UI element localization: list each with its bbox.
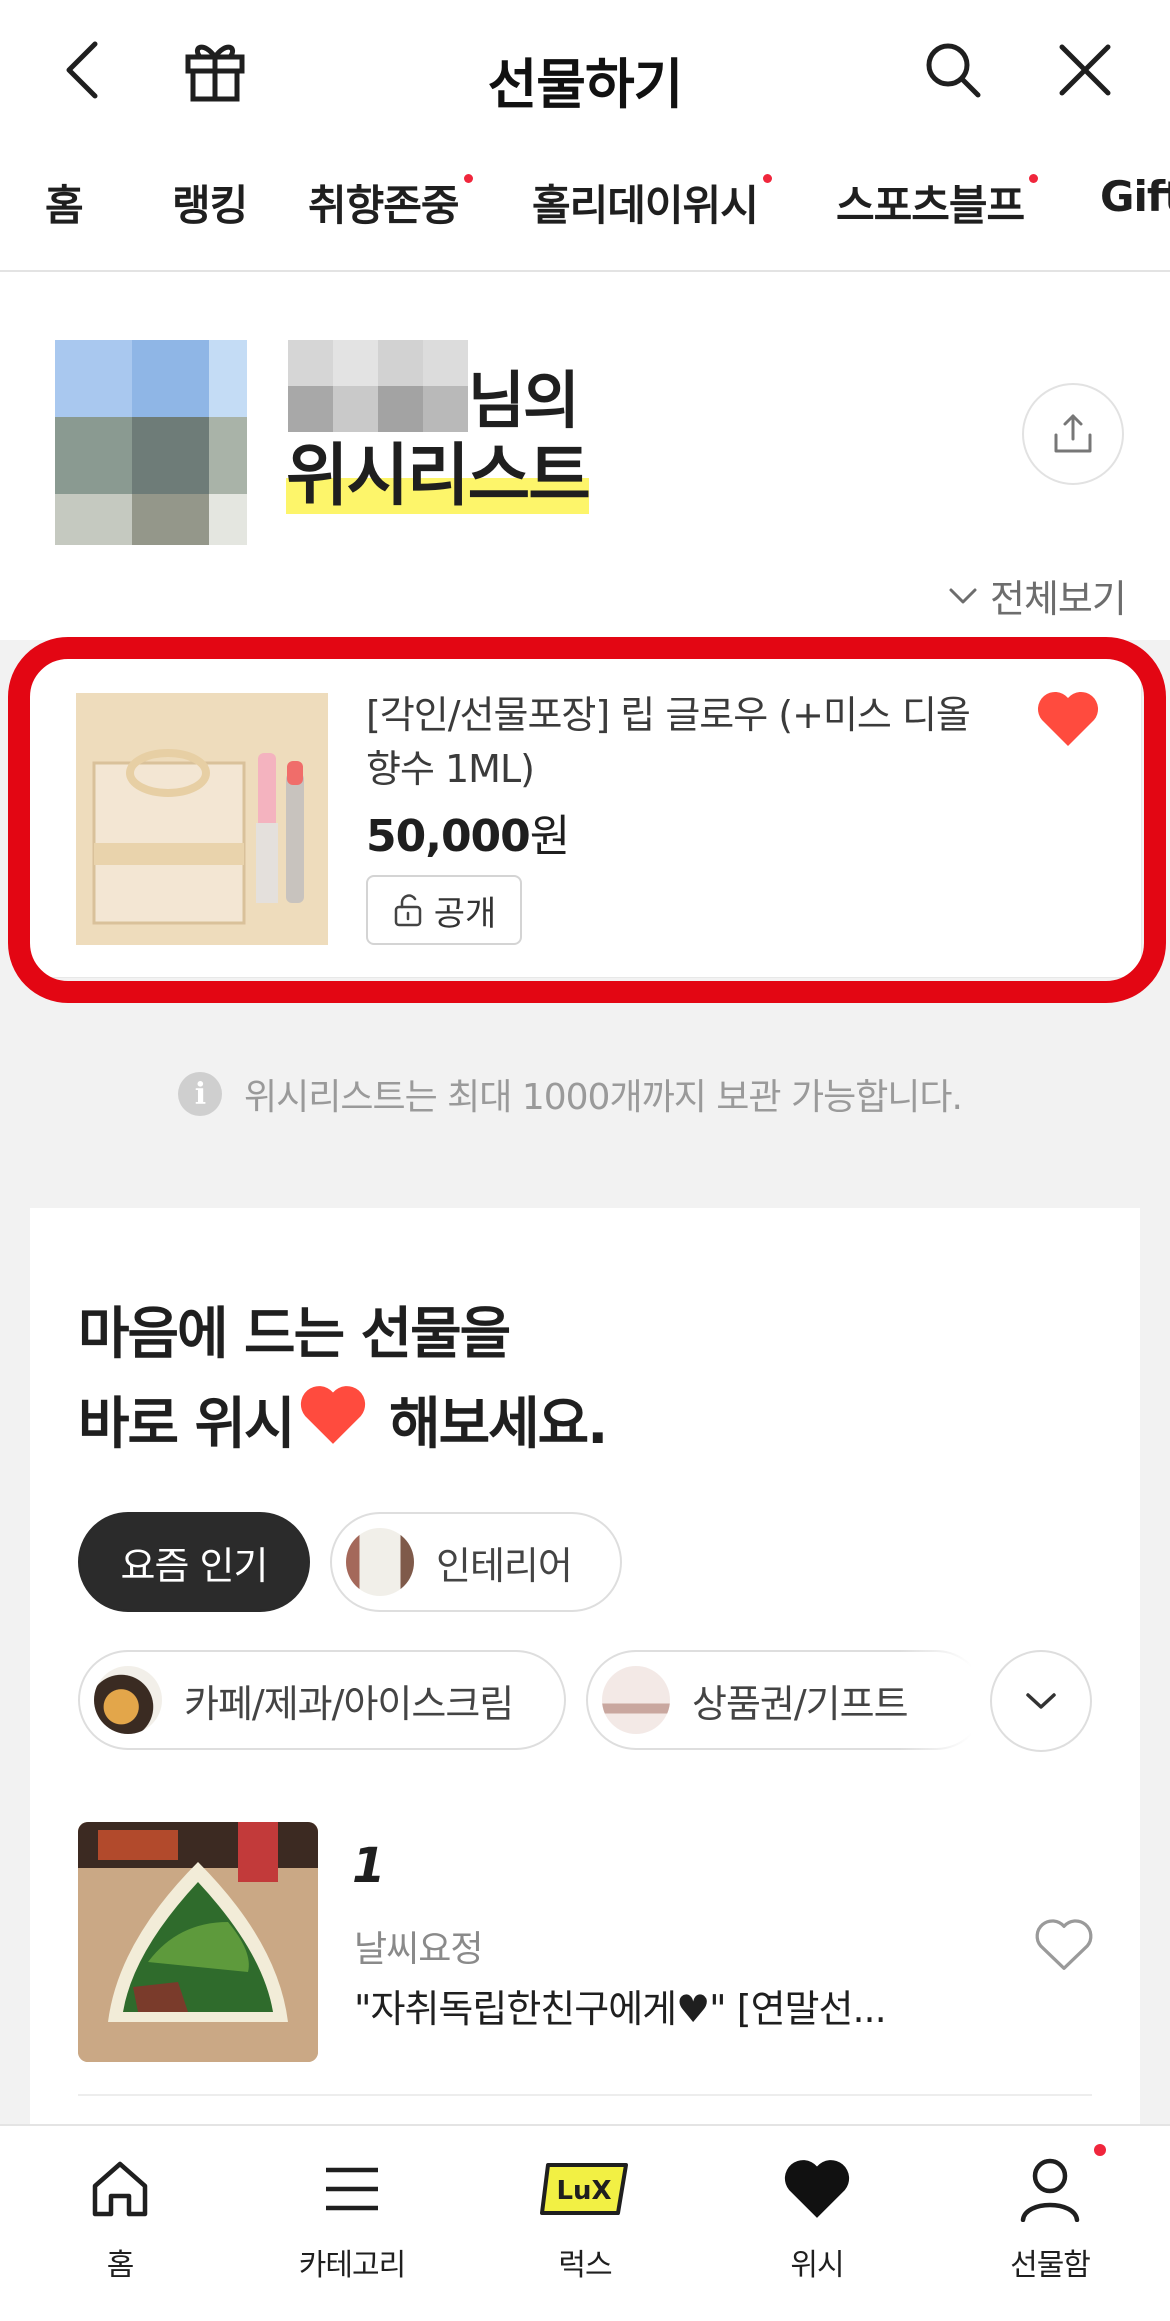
product-photo <box>76 693 328 945</box>
top-header: 선물하기 <box>0 0 1170 150</box>
tab-home[interactable]: 홈 <box>45 172 84 233</box>
wishlist-limit-notice: i 위시리스트는 최대 1000개까지 보관 가능합니다. <box>178 1068 963 1120</box>
search-icon <box>926 43 981 98</box>
ranked-product-image[interactable] <box>78 1822 318 2062</box>
recommend-title: 마음에 드는 선물을 바로 위시 해보세요. <box>78 1290 608 1473</box>
menu-icon <box>324 2150 380 2228</box>
ranked-product-name[interactable]: "자취독립한친구에게♥" [연말선... <box>354 1978 954 2033</box>
info-icon: i <box>178 1072 222 1116</box>
interior-thumbnail <box>346 1528 414 1596</box>
heart-icon <box>298 1383 368 1473</box>
cafe-thumbnail <box>94 1666 162 1734</box>
tab-taste[interactable]: 취향존중 <box>308 172 473 233</box>
giftcard-thumbnail <box>602 1666 670 1734</box>
chip-interior[interactable]: 인테리어 <box>330 1512 622 1612</box>
heart-outline-icon <box>1035 1919 1093 1970</box>
heart-icon <box>782 2150 852 2228</box>
wish-toggle[interactable] <box>1036 690 1100 752</box>
nav-wish[interactable]: 위시 <box>727 2150 907 2284</box>
chevron-down-icon <box>1026 1693 1056 1709</box>
nickname-suffix: 님의 <box>468 364 580 437</box>
nickname-blurred <box>288 340 468 432</box>
new-dot <box>1029 174 1039 183</box>
home-icon <box>89 2150 151 2228</box>
chevron-down-icon <box>949 588 977 603</box>
product-price: 50,000원 <box>366 811 570 862</box>
nav-category[interactable]: 카테고리 <box>262 2150 442 2284</box>
chip-cafe-bakery[interactable]: 카페/제과/아이스크림 <box>78 1650 566 1750</box>
svg-text:LuX: LuX <box>556 2176 611 2206</box>
visibility-toggle[interactable]: 공개 <box>366 875 522 945</box>
heart-filled-icon <box>1037 691 1099 746</box>
tab-sports-black-friday[interactable]: 스포츠블프 <box>836 172 1039 233</box>
tab-holiday-wish[interactable]: 홀리데이위시 <box>532 172 772 233</box>
new-dot <box>463 174 473 183</box>
nav-gift-box[interactable]: 선물함 <box>960 2150 1140 2284</box>
nav-home[interactable]: 홈 <box>30 2150 210 2284</box>
list-divider <box>78 2094 1092 2096</box>
view-all-toggle[interactable]: 전체보기 <box>948 568 1127 623</box>
search-button[interactable] <box>918 35 988 105</box>
share-button[interactable] <box>1022 383 1124 485</box>
product-name[interactable]: [각인/선물포장] 립 글로우 (+미스 디올 향수 1ML) <box>366 688 976 796</box>
unlock-icon <box>394 894 421 927</box>
chip-popular[interactable]: 요즘 인기 <box>78 1512 310 1612</box>
new-dot <box>762 174 772 183</box>
chip-fade <box>900 1648 990 1754</box>
expand-categories-button[interactable] <box>990 1650 1092 1752</box>
wishlist-title: 위시리스트 <box>286 437 591 516</box>
page-title: 선물하기 <box>487 53 684 116</box>
close-icon <box>1059 44 1111 96</box>
tab-gift[interactable]: Gift <box>1100 172 1170 221</box>
category-tabs: 홈 랭킹 취향존중 홀리데이위시 스포츠블프 Gift <box>0 150 1170 272</box>
product-image[interactable] <box>76 693 328 945</box>
close-button[interactable] <box>1050 35 1120 105</box>
notification-dot <box>1094 2144 1106 2156</box>
person-icon <box>1019 2150 1081 2228</box>
tab-ranking[interactable]: 랭킹 <box>172 172 248 233</box>
ranked-product-brand[interactable]: 날씨요정 <box>354 1920 483 1972</box>
avatar <box>55 340 247 545</box>
rank-number: 1 <box>352 1838 386 1894</box>
lux-icon: LuX <box>540 2150 630 2228</box>
share-icon <box>1054 414 1092 453</box>
rug-photo <box>78 1822 318 2062</box>
nav-lux[interactable]: LuX 럭스 <box>495 2150 675 2284</box>
ranked-wish-toggle[interactable] <box>1034 1918 1094 1976</box>
